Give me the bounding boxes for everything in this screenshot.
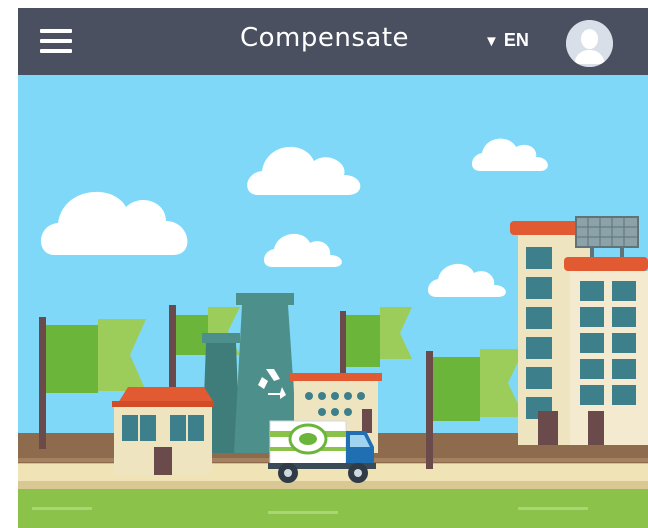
hamburger-menu-icon[interactable]	[40, 28, 72, 54]
language-selector[interactable]: ▼ EN	[484, 30, 529, 51]
language-code: EN	[503, 30, 529, 50]
house	[112, 387, 214, 475]
app-title: Compensate	[240, 23, 410, 53]
app-frame: Compensate ▼ EN	[18, 8, 648, 528]
hero-illustration	[18, 75, 648, 528]
triangle-down-icon: ▼	[484, 33, 499, 50]
user-avatar-icon[interactable]	[566, 20, 613, 67]
apartment-building	[564, 257, 648, 445]
top-bar: Compensate ▼ EN	[18, 8, 648, 75]
